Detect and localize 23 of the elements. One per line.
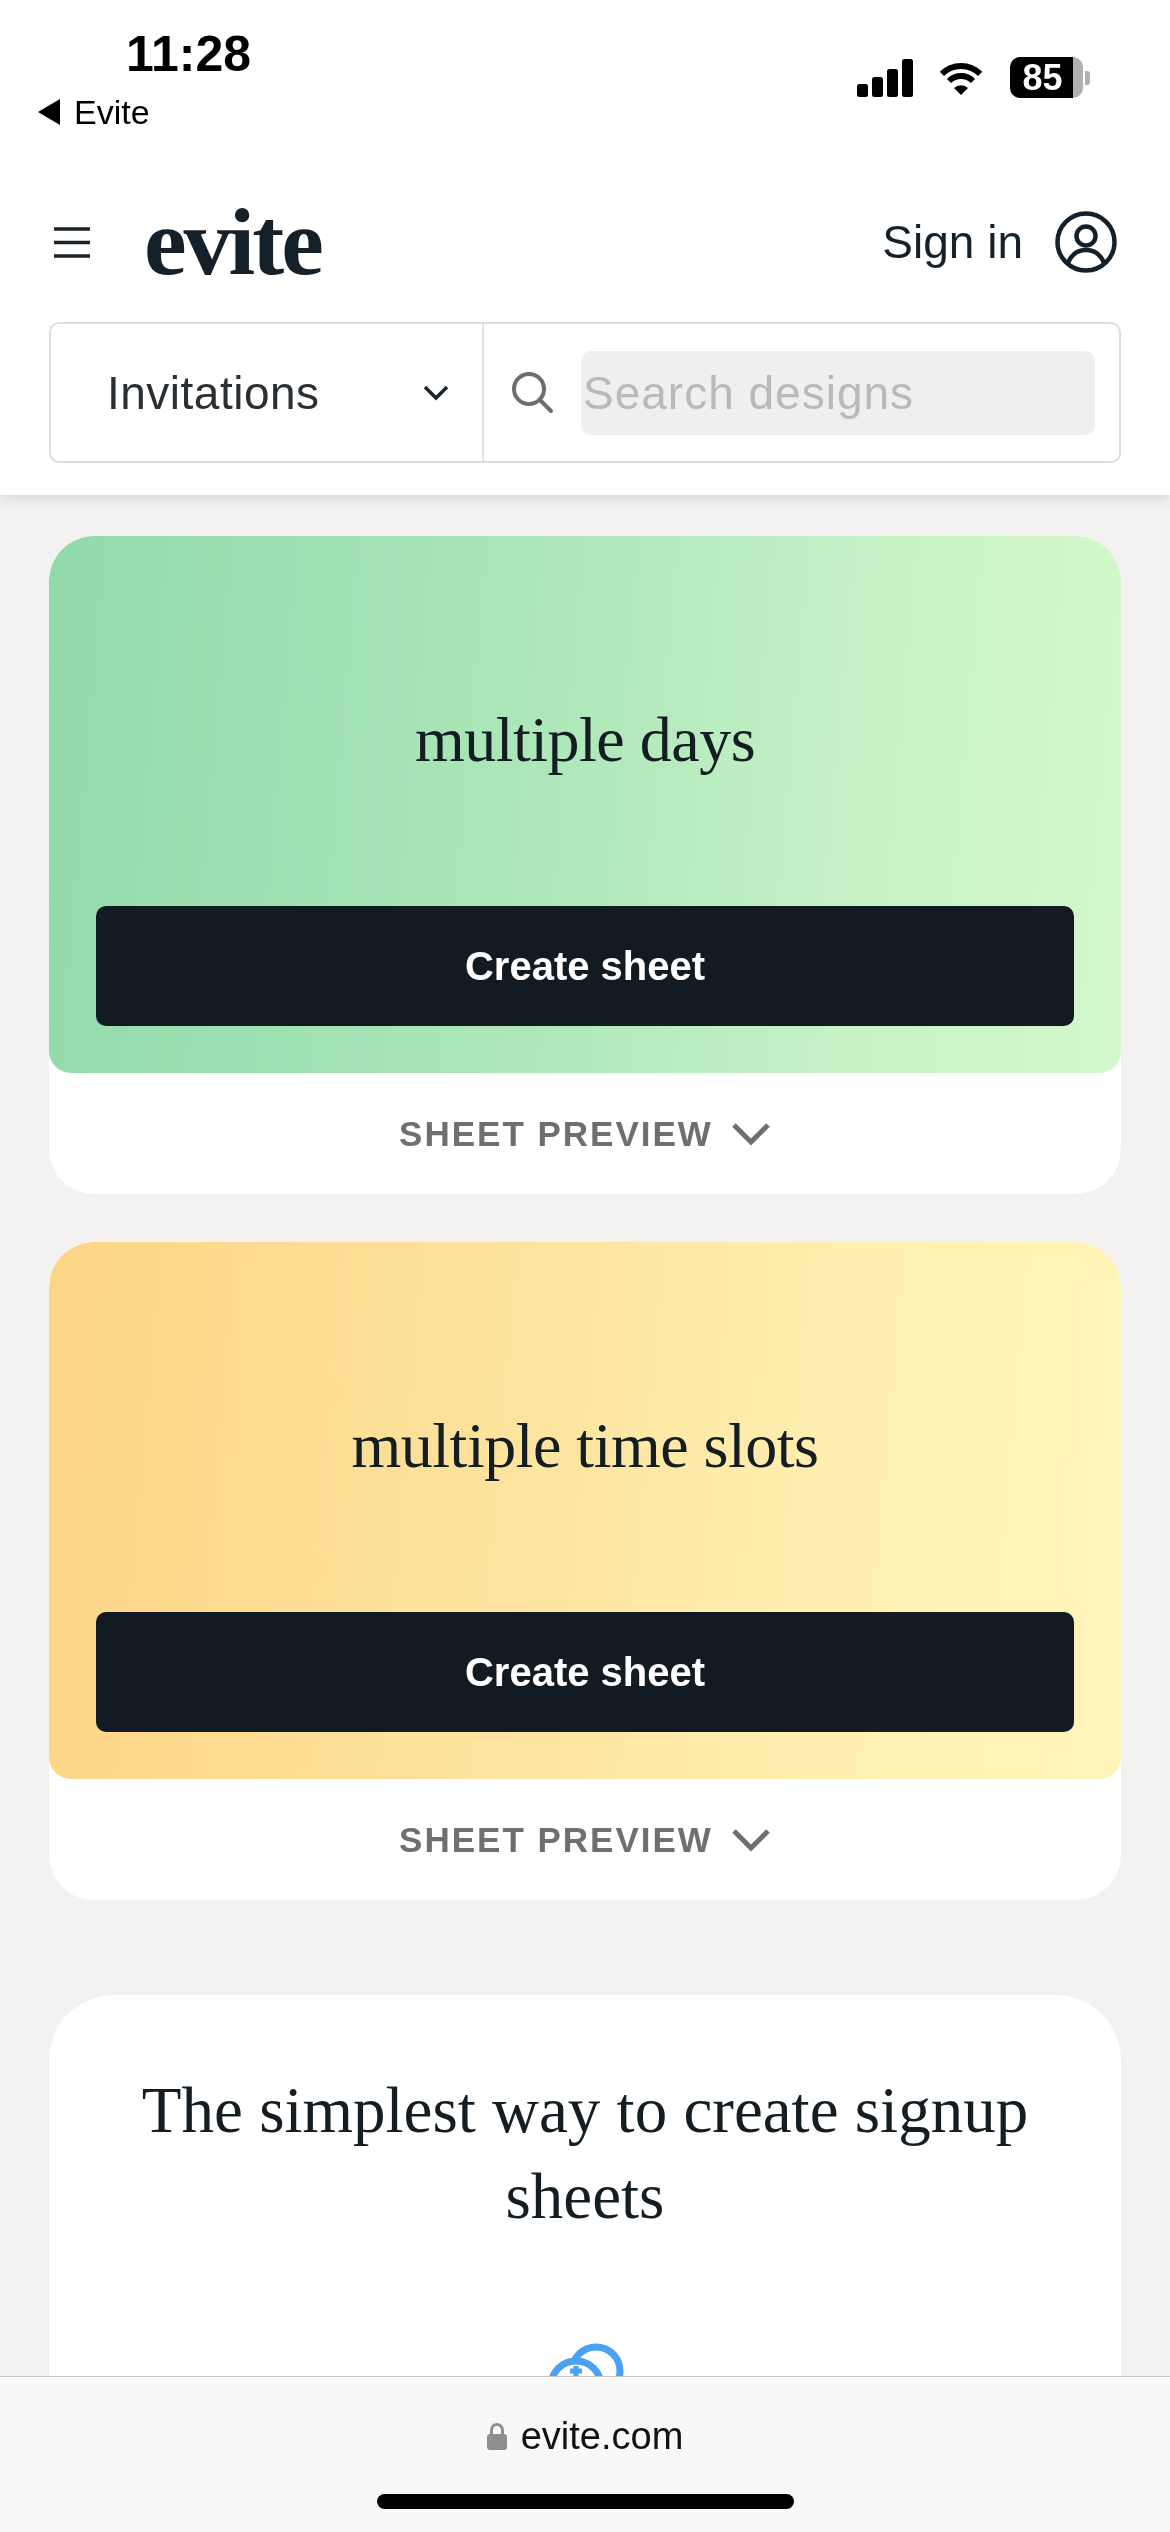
back-icon: [38, 99, 60, 125]
create-sheet-button[interactable]: Create sheet: [96, 906, 1074, 1026]
back-button[interactable]: Evite: [38, 92, 150, 132]
card-title: multiple time slots: [350, 1409, 820, 1483]
search-icon: [511, 371, 554, 414]
chevron-down-icon: [730, 1827, 771, 1852]
sheet-preview-toggle[interactable]: SHEET PREVIEW: [399, 1113, 771, 1154]
category-dropdown[interactable]: Invitations: [51, 324, 484, 461]
sheet-preview-toggle[interactable]: SHEET PREVIEW: [399, 1819, 771, 1860]
status-time: 11:28: [126, 25, 252, 84]
site-logo[interactable]: evite: [144, 194, 321, 290]
user-icon[interactable]: [1055, 211, 1117, 273]
signal-icon: [857, 58, 913, 97]
create-sheet-button[interactable]: Create sheet: [96, 1612, 1074, 1732]
card-title: multiple days: [413, 703, 757, 777]
menu-icon[interactable]: [54, 226, 90, 258]
url-text[interactable]: evite.com: [520, 2417, 684, 2455]
lock-icon: [486, 2422, 507, 2450]
battery-indicator: 85: [1010, 57, 1090, 98]
chevron-down-icon: [423, 384, 449, 401]
chevron-down-icon: [730, 1121, 771, 1146]
sign-in-link[interactable]: Sign in: [882, 214, 1023, 270]
section-heading: The simplest way to create signup sheets: [140, 2073, 1030, 2234]
